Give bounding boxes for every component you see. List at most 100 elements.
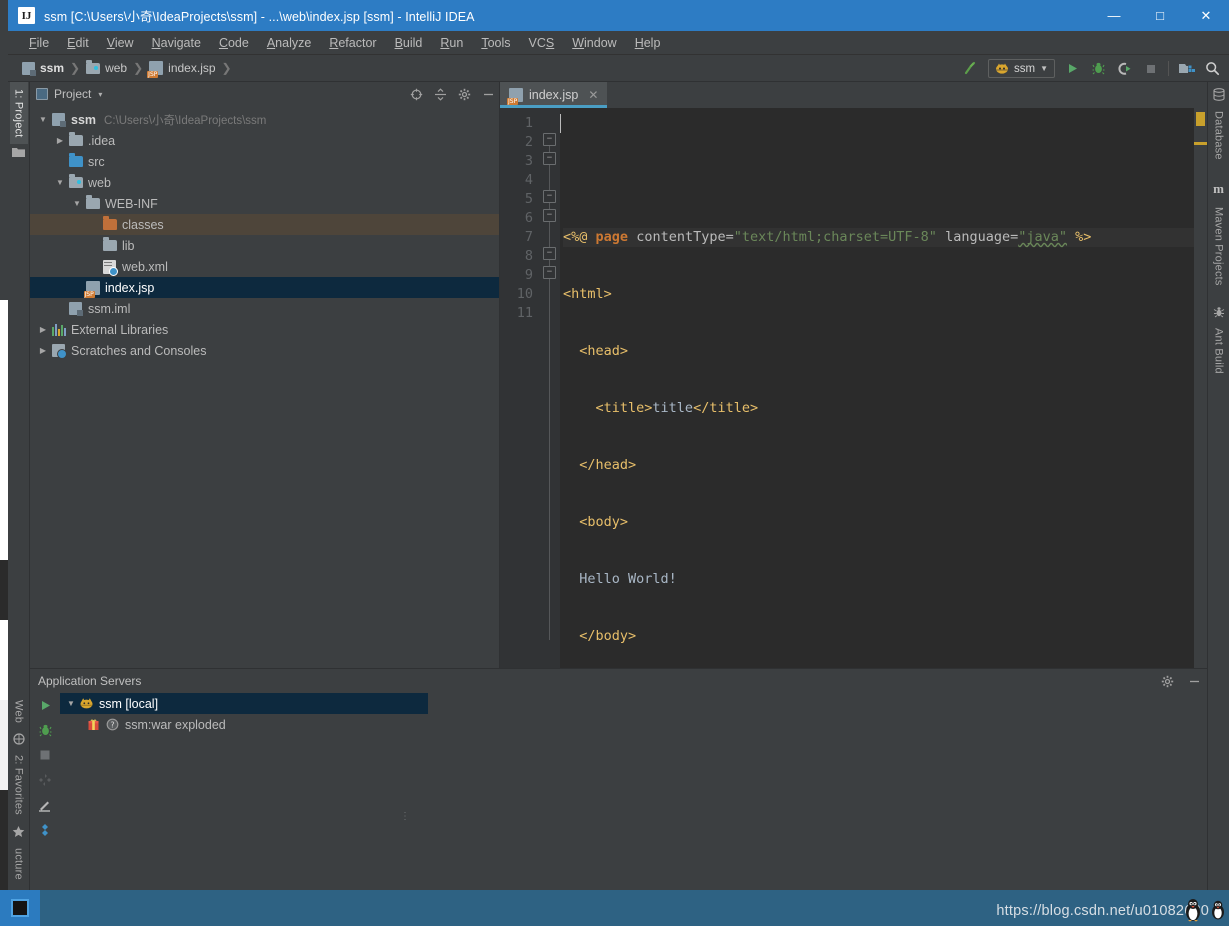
collapse-all-icon[interactable]	[434, 87, 447, 101]
tree-node-src[interactable]: src	[30, 151, 499, 172]
breadcrumb-file[interactable]: index.jsp	[145, 59, 219, 78]
menu-item-navigate[interactable]: Navigate	[143, 33, 210, 53]
code-line-8: Hello World!	[563, 570, 1194, 589]
fold-marker[interactable]: −	[543, 152, 556, 165]
run-configuration-selector[interactable]: ssm ▼	[987, 59, 1055, 78]
run-with-coverage-icon[interactable]	[1116, 60, 1133, 77]
editor-scrollbar[interactable]	[1194, 108, 1207, 668]
toolbar-divider	[1168, 61, 1169, 76]
tree-node--idea[interactable]: ▶ .idea	[30, 130, 499, 151]
code-editor[interactable]: 1 2 3 4 5 6 7 8 9 10 11 − − − − − − <%@ …	[500, 108, 1207, 668]
minimize-button[interactable]: —	[1091, 0, 1137, 31]
maximize-button[interactable]: □	[1137, 0, 1183, 31]
application-servers-actions	[1161, 675, 1201, 688]
tree-expand-arrow[interactable]: ▶	[53, 136, 67, 145]
tomcat-icon	[995, 63, 1008, 74]
inspection-status-marker[interactable]	[1196, 112, 1205, 126]
edit-configuration-icon[interactable]	[37, 797, 53, 813]
tree-expand-arrow[interactable]: ▼	[64, 699, 78, 708]
sidebar-item-ant-build[interactable]: Ant Build	[1210, 321, 1228, 381]
menu-item-build[interactable]: Build	[386, 33, 432, 53]
tree-node-web-xml[interactable]: web.xml	[30, 256, 499, 277]
menu-item-edit[interactable]: Edit	[58, 33, 98, 53]
panel-splitter-handle[interactable]: ⋮	[400, 811, 410, 822]
code-content[interactable]: <%@ page contentType="text/html;charset=…	[560, 108, 1194, 668]
xml-file-icon	[103, 259, 118, 276]
tree-expand-arrow[interactable]: ▼	[53, 178, 67, 187]
menu-item-refactor[interactable]: Refactor	[320, 33, 385, 53]
menu-item-code[interactable]: Code	[210, 33, 258, 53]
jsp-file-icon	[147, 61, 164, 78]
chevron-down-icon: ▼	[1040, 64, 1048, 73]
code-folding-gutter[interactable]: − − − − − −	[540, 108, 560, 668]
menu-item-help[interactable]: Help	[626, 33, 670, 53]
tree-node-scratches-and-consoles[interactable]: ▶ Scratches and Consoles	[30, 340, 499, 361]
menu-item-tools[interactable]: Tools	[472, 33, 519, 53]
menu-item-file[interactable]: File	[20, 33, 58, 53]
line-number-gutter: 1 2 3 4 5 6 7 8 9 10 11	[500, 108, 540, 668]
settings-icon[interactable]	[37, 822, 53, 838]
sidebar-item-favorites[interactable]: 2: Favorites	[10, 748, 28, 822]
fold-marker[interactable]: −	[543, 133, 556, 146]
fold-marker[interactable]: −	[543, 266, 556, 279]
run-icon[interactable]	[37, 697, 53, 713]
project-panel-title: Project	[54, 87, 92, 101]
server-node-ssm-local[interactable]: ▼ ssm [local]	[60, 693, 428, 714]
tree-node-ssm[interactable]: ▼ ssm C:\Users\小奇\IdeaProjects\ssm	[30, 109, 499, 130]
fold-marker[interactable]: −	[543, 247, 556, 260]
breadcrumb-module[interactable]: ssm	[18, 59, 68, 77]
tree-node-classes[interactable]: classes	[30, 214, 499, 235]
hide-icon[interactable]	[1188, 675, 1201, 688]
warning-stripe-marker[interactable]	[1194, 142, 1207, 145]
hide-icon[interactable]	[482, 88, 495, 101]
tree-expand-arrow[interactable]: ▶	[36, 325, 50, 334]
sidebar-item-database[interactable]: Database	[1210, 104, 1228, 167]
right-tool-stripe: Database m Maven Projects Ant Build	[1207, 82, 1229, 890]
menu-item-window[interactable]: Window	[563, 33, 625, 53]
menu-item-analyze[interactable]: Analyze	[258, 33, 320, 53]
sidebar-item-project[interactable]: 1: Project	[9, 82, 28, 145]
build-hammer-icon[interactable]	[962, 60, 979, 77]
menu-item-run[interactable]: Run	[431, 33, 472, 53]
folder-icon	[12, 147, 25, 158]
tree-expand-arrow[interactable]: ▼	[70, 199, 84, 208]
tree-expand-arrow[interactable]: ▼	[36, 115, 50, 124]
settings-gear-icon[interactable]	[1161, 675, 1174, 688]
sidebar-item-web[interactable]: Web	[10, 693, 28, 730]
search-icon[interactable]	[1204, 60, 1221, 77]
sidebar-item-maven-projects[interactable]: Maven Projects	[1210, 200, 1228, 293]
tag-body-close: </body>	[579, 628, 637, 644]
close-button[interactable]: ✕	[1183, 0, 1229, 31]
tree-node-index-jsp[interactable]: index.jsp	[30, 277, 499, 298]
unknown-status-badge-icon: ?	[104, 718, 121, 731]
tab-index-jsp[interactable]: index.jsp ✕	[500, 82, 608, 108]
project-structure-icon[interactable]	[1178, 60, 1195, 77]
breadcrumb-folder[interactable]: web	[82, 59, 131, 77]
penguin-emoji-icon	[1186, 899, 1200, 922]
line-number: 1	[524, 115, 533, 131]
debug-icon[interactable]	[37, 722, 53, 738]
settings-gear-icon[interactable]	[458, 88, 471, 101]
collapse-target-icon[interactable]	[410, 88, 423, 101]
tree-node-ssm-iml[interactable]: ssm.iml	[30, 298, 499, 319]
run-icon[interactable]	[1064, 60, 1081, 77]
chevron-down-icon[interactable]: ▾	[98, 90, 102, 99]
tree-node-web[interactable]: ▼ web	[30, 172, 499, 193]
fold-marker[interactable]: −	[543, 209, 556, 222]
menu-item-vcs[interactable]: VCS	[520, 33, 564, 53]
app-logo-icon: IJ	[18, 7, 35, 24]
sidebar-item-structure[interactable]: ucture	[10, 841, 28, 890]
taskbar-app-icon[interactable]	[0, 890, 40, 926]
fold-marker[interactable]: −	[543, 190, 556, 203]
menu-item-view[interactable]: View	[98, 33, 143, 53]
module-file-icon	[69, 302, 83, 316]
tree-expand-arrow[interactable]: ▶	[36, 346, 50, 355]
tree-node-lib[interactable]: lib	[30, 235, 499, 256]
tomcat-icon	[78, 697, 95, 710]
libraries-icon	[51, 323, 66, 336]
debug-icon[interactable]	[1090, 60, 1107, 77]
tree-node-web-inf[interactable]: ▼ WEB-INF	[30, 193, 499, 214]
close-icon[interactable]: ✕	[588, 88, 598, 102]
server-node-artifact[interactable]: ? ssm:war exploded	[60, 714, 1207, 735]
tree-node-external-libraries[interactable]: ▶ External Libraries	[30, 319, 499, 340]
